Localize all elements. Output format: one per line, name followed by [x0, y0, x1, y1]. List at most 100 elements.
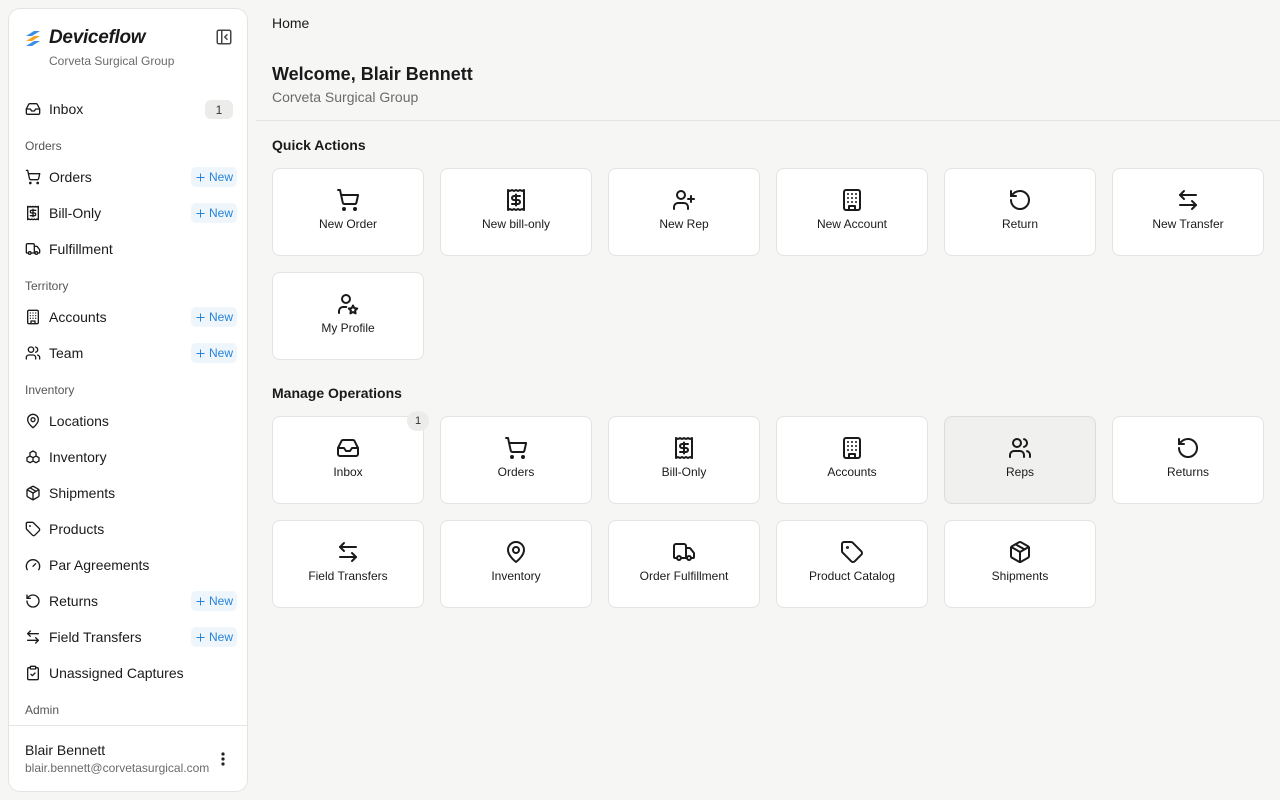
card-label: New Order [318, 217, 377, 231]
section-admin: Admin [25, 703, 60, 717]
sidebar-item-bill-only[interactable]: Bill-Only New [9, 195, 247, 231]
user-star-icon [336, 292, 360, 316]
receipt-dollar-icon [504, 188, 528, 212]
cart-icon [336, 188, 360, 212]
card-label: Reps [1005, 465, 1034, 479]
header-divider [256, 120, 1280, 121]
arrow-left-right-icon [1176, 188, 1200, 212]
quick-action-new-rep[interactable]: New Rep [608, 168, 760, 256]
truck-icon [672, 540, 696, 564]
inbox-icon [336, 436, 360, 460]
sidebar-item-accounts[interactable]: Accounts New [9, 299, 247, 335]
sidebar-item-shipments[interactable]: Shipments [9, 475, 247, 511]
sidebar-item-label: Orders [49, 169, 92, 185]
package-icon [1008, 540, 1032, 564]
deviceflow-logo-icon [26, 31, 40, 46]
sidebar-item-label: Unassigned Captures [49, 665, 184, 681]
sidebar-item-locations[interactable]: Locations [9, 403, 247, 439]
new-bill-only-button[interactable]: New [190, 203, 237, 223]
sidebar-item-team[interactable]: Team New [9, 335, 247, 371]
quick-action-return[interactable]: Return [944, 168, 1096, 256]
card-label: Shipments [991, 569, 1049, 583]
map-pin-icon [25, 413, 41, 429]
card-label: Product Catalog [808, 569, 896, 583]
plus-icon [195, 312, 206, 323]
inbox-count-badge: 1 [407, 411, 429, 431]
sidebar-item-inbox[interactable]: Inbox 1 [9, 91, 247, 127]
sidebar-item-orders[interactable]: Orders New [9, 159, 247, 195]
building-icon [840, 436, 864, 460]
tag-icon [25, 521, 41, 537]
manage-shipments[interactable]: Shipments [944, 520, 1096, 608]
truck-icon [25, 241, 41, 257]
quick-action-new-bill-only[interactable]: New bill-only [440, 168, 592, 256]
card-label: Orders [497, 465, 535, 479]
section-territory: Territory [25, 279, 69, 293]
card-label: Order Fulfillment [639, 569, 729, 583]
new-return-button[interactable]: New [190, 591, 237, 611]
new-field-transfer-button[interactable]: New [190, 627, 237, 647]
sidebar-item-label: Par Agreements [49, 557, 150, 573]
sidebar-item-unassigned-captures[interactable]: Unassigned Captures [9, 655, 247, 691]
sidebar-item-label: Team [49, 345, 84, 361]
new-account-button[interactable]: New [190, 307, 237, 327]
sidebar-item-field-transfers[interactable]: Field Transfers New [9, 619, 247, 655]
user-name: Blair Bennett [25, 742, 106, 758]
sidebar-item-label: Products [49, 521, 105, 537]
quick-actions-title: Quick Actions [272, 137, 366, 153]
sidebar-item-products[interactable]: Products [9, 511, 247, 547]
plus-icon [195, 172, 206, 183]
manage-order-fulfillment[interactable]: Order Fulfillment [608, 520, 760, 608]
cart-icon [504, 436, 528, 460]
package-icon [25, 485, 41, 501]
section-inventory: Inventory [25, 383, 75, 397]
arrow-left-right-icon [25, 629, 41, 645]
manage-returns[interactable]: Returns [1112, 416, 1264, 504]
brand[interactable]: Deviceflow [25, 27, 146, 49]
inbox-icon [25, 101, 41, 117]
new-order-button[interactable]: New [190, 167, 237, 187]
boxes-icon [25, 449, 41, 465]
users-icon [25, 345, 41, 361]
quick-action-my-profile[interactable]: My Profile [272, 272, 424, 360]
sidebar-item-label: Accounts [49, 309, 107, 325]
sidebar-item-inventory[interactable]: Inventory [9, 439, 247, 475]
manage-bill-only[interactable]: Bill-Only [608, 416, 760, 504]
card-label: New Rep [659, 217, 709, 231]
manage-inventory[interactable]: Inventory [440, 520, 592, 608]
sidebar-item-returns[interactable]: Returns New [9, 583, 247, 619]
user-email: blair.bennett@corvetasurgical.com [25, 761, 210, 775]
plus-icon [195, 596, 206, 607]
gauge-icon [25, 557, 41, 573]
org-name: Corveta Surgical Group [49, 54, 175, 68]
new-team-button[interactable]: New [190, 343, 237, 363]
quick-action-new-order[interactable]: New Order [272, 168, 424, 256]
manage-orders[interactable]: Orders [440, 416, 592, 504]
arrow-left-right-icon [336, 540, 360, 564]
manage-reps[interactable]: Reps [944, 416, 1096, 504]
quick-action-new-transfer[interactable]: New Transfer [1112, 168, 1264, 256]
manage-inbox[interactable]: Inbox 1 [272, 411, 429, 504]
breadcrumb[interactable]: Home [272, 15, 309, 31]
more-vertical-icon[interactable] [215, 750, 231, 768]
card-label: Inventory [491, 569, 541, 583]
card-label: Field Transfers [308, 569, 388, 583]
cart-icon [25, 169, 41, 185]
card-label: Inbox [333, 465, 363, 479]
sidebar-collapse-icon[interactable] [215, 28, 233, 46]
card-label: New Account [816, 217, 888, 231]
sidebar-item-label: Shipments [49, 485, 116, 501]
manage-product-catalog[interactable]: Product Catalog [776, 520, 928, 608]
sidebar-nav: Inbox 1 Orders Orders New Bill-Only New … [9, 91, 247, 725]
card-label: Return [1001, 217, 1039, 231]
building-icon [840, 188, 864, 212]
card-label: Bill-Only [661, 465, 707, 479]
quick-action-new-account[interactable]: New Account [776, 168, 928, 256]
manage-field-transfers[interactable]: Field Transfers [272, 520, 424, 608]
sidebar-item-fulfillment[interactable]: Fulfillment [9, 231, 247, 267]
card-label: New bill-only [481, 217, 551, 231]
manage-accounts[interactable]: Accounts [776, 416, 928, 504]
inbox-count-badge: 1 [205, 100, 233, 119]
sidebar-item-par-agreements[interactable]: Par Agreements [9, 547, 247, 583]
page-title: Welcome, Blair Bennett [272, 64, 473, 84]
